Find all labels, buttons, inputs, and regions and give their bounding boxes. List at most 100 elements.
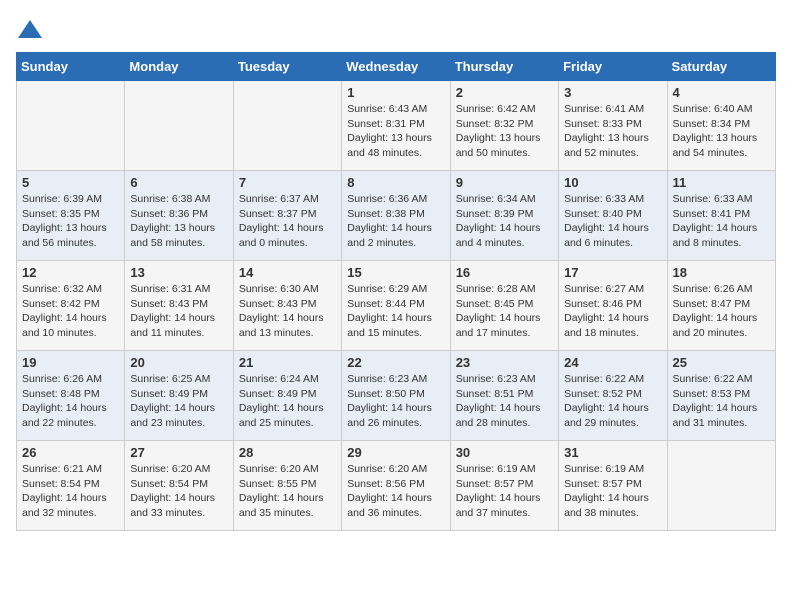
header-cell-thursday: Thursday <box>450 53 558 81</box>
header-cell-tuesday: Tuesday <box>233 53 341 81</box>
week-row-5: 26Sunrise: 6:21 AM Sunset: 8:54 PM Dayli… <box>17 441 776 531</box>
day-info: Sunrise: 6:20 AM Sunset: 8:54 PM Dayligh… <box>130 462 227 521</box>
day-number: 15 <box>347 265 444 280</box>
logo-icon <box>16 16 44 44</box>
calendar-cell <box>125 81 233 171</box>
day-number: 23 <box>456 355 553 370</box>
day-info: Sunrise: 6:31 AM Sunset: 8:43 PM Dayligh… <box>130 282 227 341</box>
calendar-cell: 26Sunrise: 6:21 AM Sunset: 8:54 PM Dayli… <box>17 441 125 531</box>
day-number: 16 <box>456 265 553 280</box>
day-number: 18 <box>673 265 770 280</box>
day-info: Sunrise: 6:26 AM Sunset: 8:47 PM Dayligh… <box>673 282 770 341</box>
day-info: Sunrise: 6:29 AM Sunset: 8:44 PM Dayligh… <box>347 282 444 341</box>
day-info: Sunrise: 6:34 AM Sunset: 8:39 PM Dayligh… <box>456 192 553 251</box>
calendar-cell: 11 Sunrise: 6:33 AM Sunset: 8:41 PM Dayli… <box>667 171 775 261</box>
day-info: Sunrise: 6:33 AM Sunset: 8:41 PM Dayligh… <box>673 192 770 251</box>
day-number: 27 <box>130 445 227 460</box>
day-number: 10 <box>564 175 661 190</box>
day-info: Sunrise: 6:38 AM Sunset: 8:36 PM Dayligh… <box>130 192 227 251</box>
day-number: 24 <box>564 355 661 370</box>
day-info: Sunrise: 6:36 AM Sunset: 8:38 PM Dayligh… <box>347 192 444 251</box>
day-number: 7 <box>239 175 336 190</box>
calendar-cell: 8 Sunrise: 6:36 AM Sunset: 8:38 PM Daylig… <box>342 171 450 261</box>
calendar-cell <box>233 81 341 171</box>
day-number: 2 <box>456 85 553 100</box>
calendar-header: SundayMondayTuesdayWednesdayThursdayFrid… <box>17 53 776 81</box>
day-info: Sunrise: 6:32 AM Sunset: 8:42 PM Dayligh… <box>22 282 119 341</box>
calendar-table: SundayMondayTuesdayWednesdayThursdayFrid… <box>16 52 776 531</box>
day-number: 25 <box>673 355 770 370</box>
calendar-cell: 9 Sunrise: 6:34 AM Sunset: 8:39 PM Daylig… <box>450 171 558 261</box>
day-number: 11 <box>673 175 770 190</box>
day-number: 8 <box>347 175 444 190</box>
calendar-cell: 24 Sunrise: 6:22 AM Sunset: 8:52 PM Dayli… <box>559 351 667 441</box>
header-cell-friday: Friday <box>559 53 667 81</box>
day-info: Sunrise: 6:40 AM Sunset: 8:34 PM Dayligh… <box>673 102 770 161</box>
calendar-cell: 4 Sunrise: 6:40 AM Sunset: 8:34 PM Daylig… <box>667 81 775 171</box>
day-info: Sunrise: 6:23 AM Sunset: 8:50 PM Dayligh… <box>347 372 444 431</box>
day-info: Sunrise: 6:39 AM Sunset: 8:35 PM Dayligh… <box>22 192 119 251</box>
calendar-cell: 1 Sunrise: 6:43 AM Sunset: 8:31 PM Daylig… <box>342 81 450 171</box>
day-number: 30 <box>456 445 553 460</box>
day-info: Sunrise: 6:19 AM Sunset: 8:57 PM Dayligh… <box>564 462 661 521</box>
day-info: Sunrise: 6:25 AM Sunset: 8:49 PM Dayligh… <box>130 372 227 431</box>
week-row-4: 19 Sunrise: 6:26 AM Sunset: 8:48 PM Dayli… <box>17 351 776 441</box>
day-number: 5 <box>22 175 119 190</box>
day-info: Sunrise: 6:26 AM Sunset: 8:48 PM Dayligh… <box>22 372 119 431</box>
day-info: Sunrise: 6:27 AM Sunset: 8:46 PM Dayligh… <box>564 282 661 341</box>
header-cell-monday: Monday <box>125 53 233 81</box>
calendar-cell: 6 Sunrise: 6:38 AM Sunset: 8:36 PM Daylig… <box>125 171 233 261</box>
calendar-cell: 16Sunrise: 6:28 AM Sunset: 8:45 PM Dayli… <box>450 261 558 351</box>
week-row-1: 1 Sunrise: 6:43 AM Sunset: 8:31 PM Daylig… <box>17 81 776 171</box>
day-info: Sunrise: 6:30 AM Sunset: 8:43 PM Dayligh… <box>239 282 336 341</box>
day-number: 4 <box>673 85 770 100</box>
calendar-cell: 13Sunrise: 6:31 AM Sunset: 8:43 PM Dayli… <box>125 261 233 351</box>
calendar-cell: 21Sunrise: 6:24 AM Sunset: 8:49 PM Dayli… <box>233 351 341 441</box>
calendar-cell: 15 Sunrise: 6:29 AM Sunset: 8:44 PM Dayli… <box>342 261 450 351</box>
calendar-cell: 27 Sunrise: 6:20 AM Sunset: 8:54 PM Dayli… <box>125 441 233 531</box>
day-info: Sunrise: 6:22 AM Sunset: 8:53 PM Dayligh… <box>673 372 770 431</box>
day-info: Sunrise: 6:24 AM Sunset: 8:49 PM Dayligh… <box>239 372 336 431</box>
calendar-cell: 3 Sunrise: 6:41 AM Sunset: 8:33 PM Daylig… <box>559 81 667 171</box>
day-info: Sunrise: 6:19 AM Sunset: 8:57 PM Dayligh… <box>456 462 553 521</box>
week-row-2: 5 Sunrise: 6:39 AM Sunset: 8:35 PM Daylig… <box>17 171 776 261</box>
header-cell-saturday: Saturday <box>667 53 775 81</box>
header <box>16 16 776 44</box>
week-row-3: 12 Sunrise: 6:32 AM Sunset: 8:42 PM Dayli… <box>17 261 776 351</box>
day-number: 12 <box>22 265 119 280</box>
day-number: 20 <box>130 355 227 370</box>
day-number: 29 <box>347 445 444 460</box>
day-number: 28 <box>239 445 336 460</box>
day-number: 3 <box>564 85 661 100</box>
day-info: Sunrise: 6:23 AM Sunset: 8:51 PM Dayligh… <box>456 372 553 431</box>
calendar-cell: 10 Sunrise: 6:33 AM Sunset: 8:40 PM Dayli… <box>559 171 667 261</box>
day-info: Sunrise: 6:33 AM Sunset: 8:40 PM Dayligh… <box>564 192 661 251</box>
day-info: Sunrise: 6:43 AM Sunset: 8:31 PM Dayligh… <box>347 102 444 161</box>
calendar-cell: 2 Sunrise: 6:42 AM Sunset: 8:32 PM Daylig… <box>450 81 558 171</box>
calendar-cell: 12 Sunrise: 6:32 AM Sunset: 8:42 PM Dayli… <box>17 261 125 351</box>
calendar-cell: 31Sunrise: 6:19 AM Sunset: 8:57 PM Dayli… <box>559 441 667 531</box>
day-number: 1 <box>347 85 444 100</box>
header-row: SundayMondayTuesdayWednesdayThursdayFrid… <box>17 53 776 81</box>
calendar-cell: 28Sunrise: 6:20 AM Sunset: 8:55 PM Dayli… <box>233 441 341 531</box>
day-info: Sunrise: 6:42 AM Sunset: 8:32 PM Dayligh… <box>456 102 553 161</box>
calendar-cell: 18 Sunrise: 6:26 AM Sunset: 8:47 PM Dayli… <box>667 261 775 351</box>
calendar-cell: 7 Sunrise: 6:37 AM Sunset: 8:37 PM Daylig… <box>233 171 341 261</box>
day-number: 17 <box>564 265 661 280</box>
calendar-cell: 20 Sunrise: 6:25 AM Sunset: 8:49 PM Dayli… <box>125 351 233 441</box>
header-cell-sunday: Sunday <box>17 53 125 81</box>
day-number: 26 <box>22 445 119 460</box>
day-number: 19 <box>22 355 119 370</box>
day-info: Sunrise: 6:37 AM Sunset: 8:37 PM Dayligh… <box>239 192 336 251</box>
calendar-cell: 17 Sunrise: 6:27 AM Sunset: 8:46 PM Dayli… <box>559 261 667 351</box>
calendar-cell <box>17 81 125 171</box>
day-number: 9 <box>456 175 553 190</box>
day-number: 22 <box>347 355 444 370</box>
calendar-cell: 5 Sunrise: 6:39 AM Sunset: 8:35 PM Daylig… <box>17 171 125 261</box>
calendar-cell: 30 Sunrise: 6:19 AM Sunset: 8:57 PM Dayli… <box>450 441 558 531</box>
calendar-cell: 22 Sunrise: 6:23 AM Sunset: 8:50 PM Dayli… <box>342 351 450 441</box>
day-info: Sunrise: 6:41 AM Sunset: 8:33 PM Dayligh… <box>564 102 661 161</box>
calendar-body: 1 Sunrise: 6:43 AM Sunset: 8:31 PM Daylig… <box>17 81 776 531</box>
day-info: Sunrise: 6:22 AM Sunset: 8:52 PM Dayligh… <box>564 372 661 431</box>
day-number: 6 <box>130 175 227 190</box>
